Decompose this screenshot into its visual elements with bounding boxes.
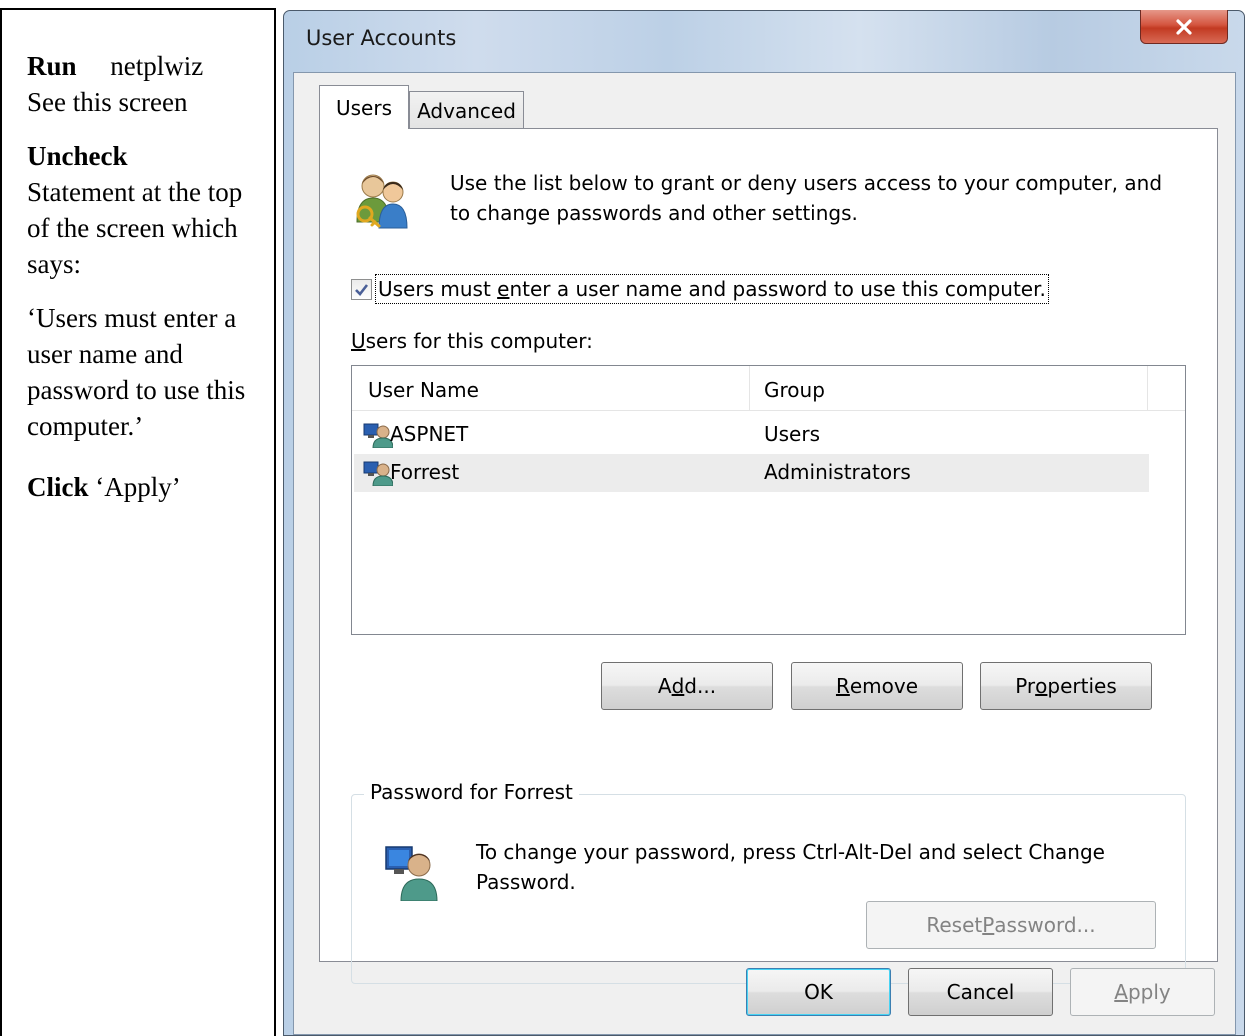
password-help-text: To change your password, press Ctrl-Alt-… bbox=[476, 840, 1105, 894]
uncheck-label: Uncheck bbox=[27, 141, 128, 171]
user-computer-icon bbox=[363, 461, 393, 486]
properties-button[interactable]: Pr o perties bbox=[980, 662, 1152, 710]
user-name-cell: Forrest bbox=[390, 460, 460, 484]
table-row[interactable]: Forrest Administrators bbox=[354, 454, 1149, 492]
ok-button[interactable]: OK bbox=[746, 968, 891, 1016]
listview-header: User Name Group bbox=[352, 366, 1185, 411]
user-computer-icon bbox=[363, 423, 393, 448]
close-button[interactable] bbox=[1140, 10, 1228, 44]
apply-button[interactable]: Apply bbox=[1070, 968, 1215, 1016]
users-list-label: Users for this computer: bbox=[351, 329, 593, 353]
column-separator[interactable] bbox=[749, 366, 750, 410]
user-computer-icon bbox=[385, 846, 438, 901]
column-header-user-name[interactable]: User Name bbox=[368, 378, 479, 402]
column-header-group[interactable]: Group bbox=[764, 378, 825, 402]
column-separator[interactable] bbox=[1147, 366, 1148, 410]
password-group-box: Password for Forrest To change your pass… bbox=[351, 780, 1186, 984]
instruction-statement: Statement at the top of the screen which… bbox=[27, 177, 243, 279]
tab-advanced[interactable]: Advanced bbox=[409, 91, 524, 129]
instruction-click: Click ‘Apply’ bbox=[27, 469, 267, 505]
table-border-left bbox=[0, 8, 2, 1036]
table-border-divider bbox=[274, 8, 276, 1036]
run-command: netplwiz bbox=[110, 51, 204, 81]
tab-users-label: Users bbox=[335, 95, 392, 120]
dialog-client-area: Users Advanced Use the list below to gra… bbox=[293, 72, 1236, 1035]
user-accounts-window: User Accounts Users Advanced Use the lis… bbox=[283, 10, 1245, 1036]
tab-advanced-label: Advanced bbox=[417, 98, 516, 123]
cancel-button[interactable]: Cancel bbox=[908, 968, 1053, 1016]
table-row[interactable]: ASPNET Users bbox=[354, 416, 1149, 454]
add-button[interactable]: Ad d... bbox=[601, 662, 773, 710]
checkmark-icon bbox=[355, 283, 369, 296]
instructions-cell: Run netplwiz See this screen Uncheck Sta… bbox=[27, 48, 267, 505]
group-cell: Users bbox=[764, 422, 821, 446]
require-login-label[interactable]: Users must enter a user name and passwor… bbox=[375, 274, 1049, 304]
users-tab-panel: Use the list below to grant or deny user… bbox=[319, 128, 1218, 984]
click-label: Click bbox=[27, 472, 89, 502]
instruction-run: Run netplwiz bbox=[27, 48, 267, 84]
tab-users[interactable]: Users bbox=[319, 85, 409, 129]
run-label: Run bbox=[27, 51, 77, 81]
intro-text: Use the list below to grant or deny user… bbox=[450, 171, 1163, 225]
user-name-cell: ASPNET bbox=[390, 422, 469, 446]
users-listview[interactable]: User Name Group ASPNET Users Forrest Adm… bbox=[351, 365, 1186, 635]
password-group-title: Password for Forrest bbox=[364, 780, 579, 804]
group-cell: Administrators bbox=[764, 460, 911, 484]
instruction-uncheck: Uncheck bbox=[27, 138, 267, 174]
table-border-top bbox=[0, 8, 276, 10]
require-login-checkbox[interactable] bbox=[351, 279, 372, 300]
users-key-icon bbox=[356, 174, 408, 229]
remove-button[interactable]: Remove bbox=[791, 662, 963, 710]
close-x-icon bbox=[1176, 18, 1192, 35]
reset-password-button[interactable]: Reset Password... bbox=[866, 901, 1156, 949]
click-target: ‘Apply’ bbox=[95, 472, 181, 502]
instruction-quote: ‘Users must enter a user name and passwo… bbox=[27, 303, 246, 441]
instruction-see: See this screen bbox=[27, 87, 188, 117]
window-title: User Accounts bbox=[306, 26, 457, 50]
